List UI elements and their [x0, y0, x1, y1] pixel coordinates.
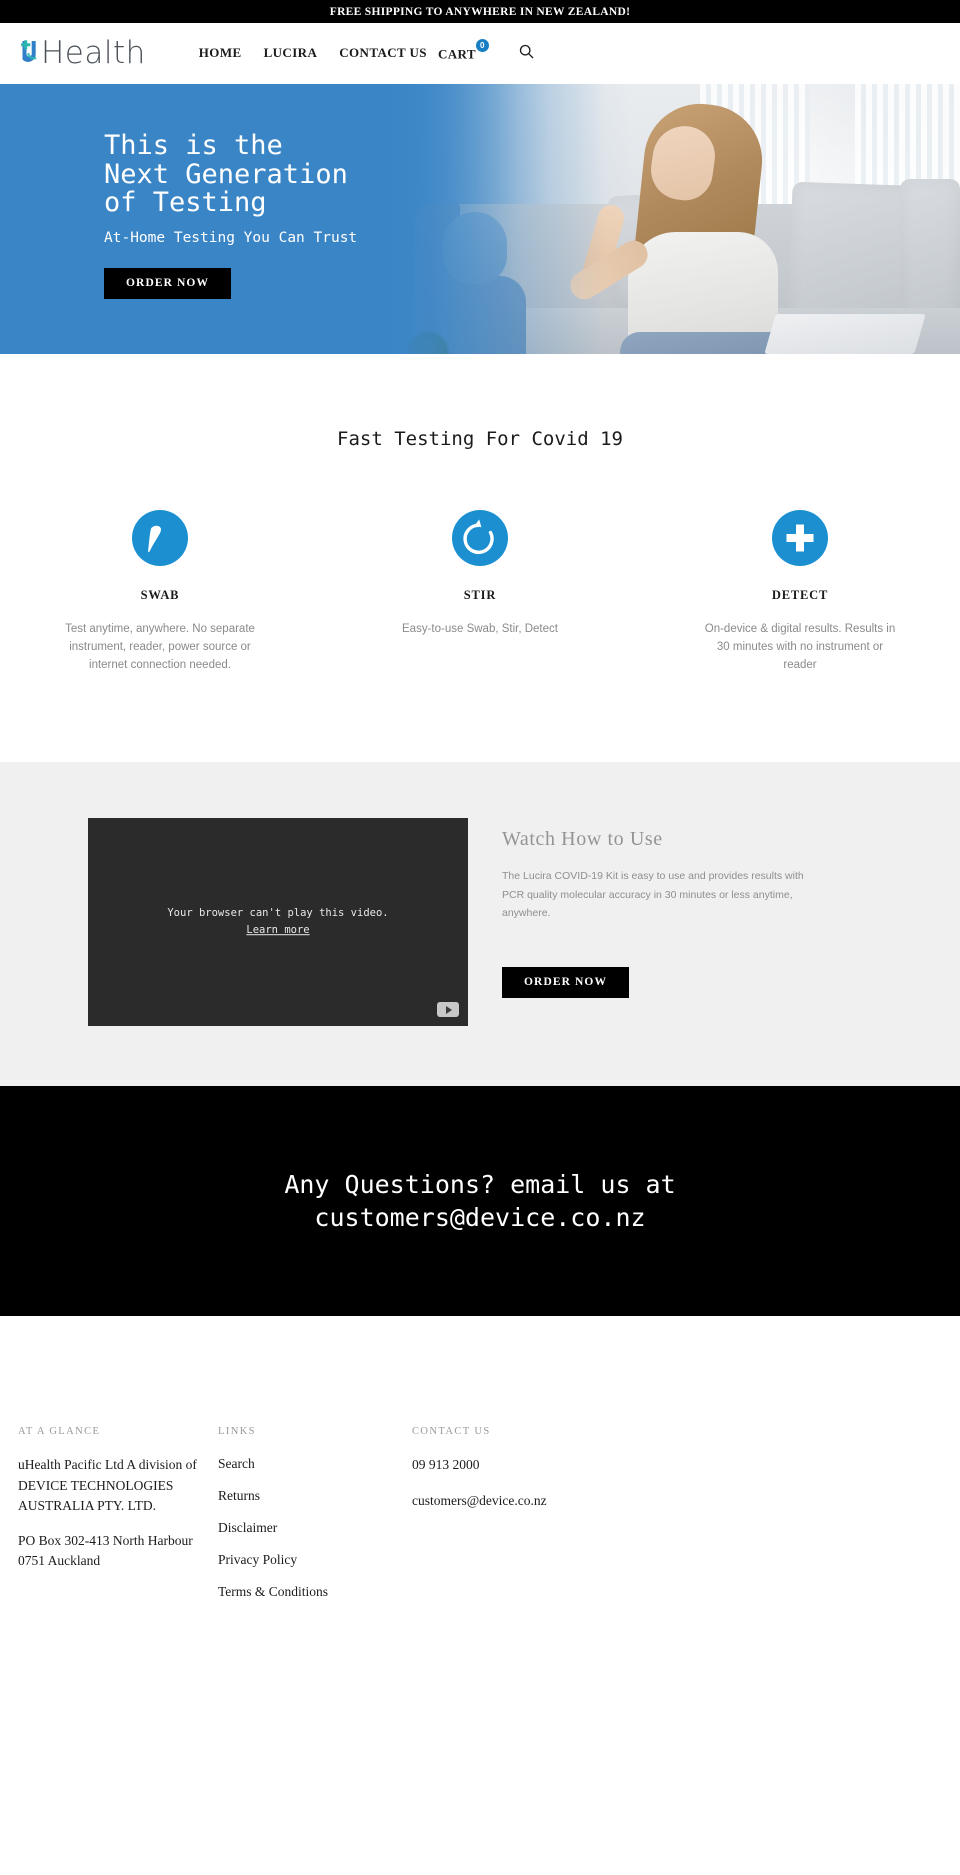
email-cta-text: Any Questions? email us at customers@dev…	[284, 1168, 675, 1234]
footer-link-list: Search Returns Disclaimer Privacy Policy…	[218, 1455, 412, 1601]
features-section: Fast Testing For Covid 19 SWAB Test anyt…	[0, 354, 960, 763]
feature-text: Easy-to-use Swab, Stir, Detect	[402, 623, 558, 635]
footer-column-at-a-glance: AT A GLANCE uHealth Pacific Ltd A divisi…	[18, 1426, 218, 1615]
video-player[interactable]: Your browser can't play this video. Lear…	[88, 818, 468, 1027]
list-item: Disclaimer	[218, 1519, 412, 1537]
feature-detect: DETECT On-device & digital results. Resu…	[640, 510, 960, 674]
announcement-bar: FREE SHIPPING TO ANYWHERE IN NEW ZEALAND…	[0, 0, 960, 23]
hero-content: This is the Next Generation of Testing A…	[0, 84, 960, 299]
feature-text: Test anytime, anywhere. No separate inst…	[65, 623, 255, 671]
nav-item-cart[interactable]: CART0	[437, 38, 493, 62]
features-heading: Fast Testing For Covid 19	[337, 428, 623, 450]
plus-cross-icon	[772, 510, 828, 566]
video-error-message: Your browser can't play this video. Lear…	[88, 906, 468, 940]
footer-link-privacy-policy[interactable]: Privacy Policy	[218, 1552, 297, 1567]
footer-column-contact-us: CONTACT US 09 913 2000 customers@device.…	[412, 1426, 712, 1615]
search-button[interactable]	[493, 44, 544, 62]
hero-banner: This is the Next Generation of Testing A…	[0, 84, 960, 354]
feature-title: STIR	[463, 588, 497, 602]
list-item: Terms & Conditions	[218, 1583, 412, 1601]
footer-column-links: LINKS Search Returns Disclaimer Privacy …	[218, 1426, 412, 1615]
list-item: Search	[218, 1455, 412, 1473]
nav-item-home[interactable]: HOME	[188, 45, 253, 61]
site-footer: AT A GLANCE uHealth Pacific Ltd A divisi…	[0, 1316, 960, 1656]
video-heading: Watch How to Use	[502, 828, 663, 851]
site-header: Health HOME LUCIRA CONTACT US CART0	[0, 23, 960, 84]
video-error-text: Your browser can't play this video.	[167, 907, 389, 920]
footer-heading: AT A GLANCE	[18, 1426, 101, 1438]
hero-subtitle: At-Home Testing You Can Trust	[104, 229, 358, 246]
video-row: Your browser can't play this video. Lear…	[0, 818, 960, 1027]
footer-link-terms-conditions[interactable]: Terms & Conditions	[218, 1584, 328, 1599]
footer-heading: CONTACT US	[412, 1426, 491, 1438]
nav-item-lucira[interactable]: LUCIRA	[253, 45, 329, 61]
hero-title: This is the Next Generation of Testing	[104, 130, 348, 219]
feature-title: SWAB	[140, 588, 180, 602]
footer-phone: 09 913 2000	[412, 1457, 480, 1473]
video-copy: Watch How to Use The Lucira COVID-19 Kit…	[468, 818, 904, 998]
video-section: Your browser can't play this video. Lear…	[0, 762, 960, 1087]
nav-item-contact-us[interactable]: CONTACT US	[328, 45, 438, 61]
hero-order-now-button[interactable]: ORDER NOW	[104, 267, 232, 299]
feature-stir: STIR Easy-to-use Swab, Stir, Detect	[320, 510, 640, 674]
announcement-text: FREE SHIPPING TO ANYWHERE IN NEW ZEALAND…	[329, 5, 631, 18]
footer-company-address: uHealth Pacific Ltd A division of DEVICE…	[18, 1457, 197, 1513]
feature-title: DETECT	[771, 588, 829, 602]
feature-text: On-device & digital results. Results in …	[704, 623, 896, 671]
email-cta-line-1: Any Questions? email us at	[284, 1170, 676, 1200]
footer-heading: LINKS	[218, 1426, 256, 1438]
footer-link-returns[interactable]: Returns	[218, 1488, 260, 1503]
feature-swab: SWAB Test anytime, anywhere. No separate…	[0, 510, 320, 674]
site-logo[interactable]: Health	[18, 33, 146, 73]
video-order-now-button[interactable]: ORDER NOW	[502, 966, 630, 998]
footer-email: customers@device.co.nz	[412, 1492, 547, 1508]
email-cta-section: Any Questions? email us at customers@dev…	[0, 1086, 960, 1317]
footer-postal-address: PO Box 302-413 North Harbour 0751 Auckla…	[18, 1533, 193, 1569]
swab-icon	[132, 510, 188, 566]
features-row: SWAB Test anytime, anywhere. No separate…	[0, 510, 960, 674]
play-triangle-icon	[446, 1005, 452, 1014]
uhealth-u-mark-icon	[18, 38, 40, 68]
footer-link-search[interactable]: Search	[218, 1456, 255, 1471]
stir-arrow-icon	[452, 510, 508, 566]
site-logo-text: Health	[41, 34, 146, 71]
video-body-text: The Lucira COVID-19 Kit is easy to use a…	[502, 870, 804, 920]
list-item: Returns	[218, 1487, 412, 1505]
main-nav: HOME LUCIRA CONTACT US CART0	[188, 38, 544, 62]
cart-label: CART	[437, 46, 476, 62]
search-icon	[519, 44, 534, 62]
footer-columns: AT A GLANCE uHealth Pacific Ltd A divisi…	[0, 1426, 960, 1615]
footer-link-disclaimer[interactable]: Disclaimer	[218, 1520, 277, 1535]
cart-count-badge: 0	[475, 38, 489, 52]
list-item: Privacy Policy	[218, 1551, 412, 1569]
video-learn-more-link[interactable]: Learn more	[246, 924, 309, 936]
email-cta-line-2: customers@device.co.nz	[314, 1203, 646, 1233]
youtube-play-icon[interactable]	[437, 1002, 459, 1018]
